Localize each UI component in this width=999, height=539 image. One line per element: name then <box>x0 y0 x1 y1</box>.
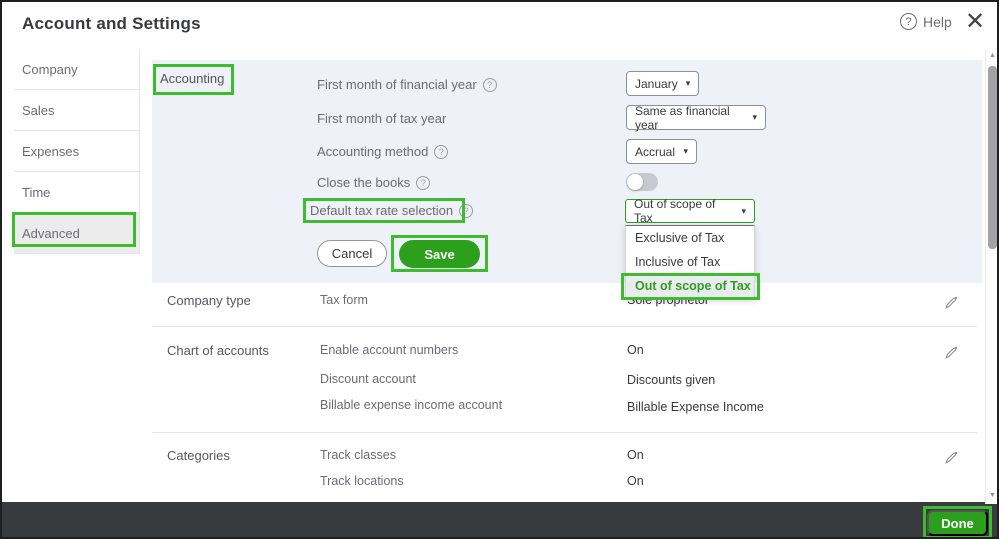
edit-pencil-icon[interactable] <box>943 345 959 361</box>
chevron-down-icon: ▾ <box>752 112 757 123</box>
accounting-edit-panel <box>152 60 982 283</box>
help-question-icon: ? <box>900 13 917 30</box>
enable-account-numbers-label: Enable account numbers <box>320 343 458 357</box>
scroll-down-icon[interactable]: ▼ <box>988 492 997 499</box>
edit-pencil-icon[interactable] <box>943 295 959 311</box>
menu-item-inclusive[interactable]: Inclusive of Tax <box>626 250 754 274</box>
edit-pencil-icon[interactable] <box>943 450 959 466</box>
discount-account-value: Discounts given <box>627 373 715 387</box>
chevron-down-icon: ▾ <box>741 206 746 217</box>
financial-year-select[interactable]: January▾ <box>626 71 699 96</box>
close-books-toggle[interactable] <box>626 173 658 191</box>
settings-sidebar: Company Sales Expenses Time Advanced <box>14 49 140 254</box>
track-locations-value: On <box>627 474 644 488</box>
default-tax-rate-label: Default tax rate selection ? <box>310 203 473 218</box>
help-label: Help <box>923 14 952 30</box>
help-circle-icon[interactable]: ? <box>416 176 430 190</box>
financial-year-label: First month of financial year ? <box>317 77 497 92</box>
scrollbar-thumb[interactable] <box>988 66 997 249</box>
help-circle-icon[interactable]: ? <box>483 78 497 92</box>
toggle-knob <box>627 174 643 190</box>
done-button[interactable]: Done <box>927 510 988 536</box>
billable-expense-value: Billable Expense Income <box>627 400 764 414</box>
tax-rate-dropdown-menu: Exclusive of Tax Inclusive of Tax Out of… <box>625 225 755 299</box>
sidebar-item-advanced[interactable]: Advanced <box>14 213 139 254</box>
billable-expense-label: Billable expense income account <box>320 398 502 412</box>
scroll-up-icon[interactable]: ▲ <box>988 52 997 59</box>
accounting-section-label: Accounting <box>160 71 224 86</box>
tax-year-select[interactable]: Same as financial year▾ <box>626 105 766 130</box>
chevron-down-icon: ▾ <box>683 146 688 157</box>
save-button[interactable]: Save <box>399 240 480 268</box>
track-classes-label: Track classes <box>320 448 396 462</box>
tax-form-label: Tax form <box>320 293 368 307</box>
close-icon[interactable]: ✕ <box>965 8 985 36</box>
section-categories: Categories <box>167 448 230 463</box>
sidebar-item-expenses[interactable]: Expenses <box>14 131 139 172</box>
sidebar-item-sales[interactable]: Sales <box>14 90 139 131</box>
section-chart-of-accounts: Chart of accounts <box>167 343 269 358</box>
scrollbar[interactable]: ▲ ▼ <box>985 49 998 504</box>
cancel-button[interactable]: Cancel <box>317 240 387 267</box>
discount-account-label: Discount account <box>320 372 416 386</box>
help-circle-icon[interactable]: ? <box>459 204 473 218</box>
menu-item-exclusive[interactable]: Exclusive of Tax <box>626 226 754 250</box>
help-button[interactable]: ? Help <box>900 13 952 30</box>
chevron-down-icon: ▾ <box>686 78 691 89</box>
footer-bar <box>2 502 997 537</box>
divider <box>152 326 977 327</box>
tax-year-label: First month of tax year <box>317 111 446 126</box>
account-settings-dialog: Account and Settings ? Help ✕ Company Sa… <box>0 0 999 539</box>
help-circle-icon[interactable]: ? <box>434 145 448 159</box>
section-company-type: Company type <box>167 293 251 308</box>
menu-item-out-of-scope[interactable]: Out of scope of Tax <box>626 274 754 298</box>
page-title: Account and Settings <box>22 14 201 34</box>
sidebar-item-time[interactable]: Time <box>14 172 139 213</box>
enable-account-numbers-value: On <box>627 343 644 357</box>
sidebar-item-company[interactable]: Company <box>14 49 139 90</box>
divider <box>152 432 977 433</box>
accounting-method-label: Accounting method ? <box>317 144 448 159</box>
track-classes-value: On <box>627 448 644 462</box>
accounting-method-select[interactable]: Accrual▾ <box>626 139 697 164</box>
default-tax-rate-select[interactable]: Out of scope of Tax▾ <box>625 199 755 223</box>
close-books-label: Close the books ? <box>317 175 430 190</box>
track-locations-label: Track locations <box>320 474 404 488</box>
